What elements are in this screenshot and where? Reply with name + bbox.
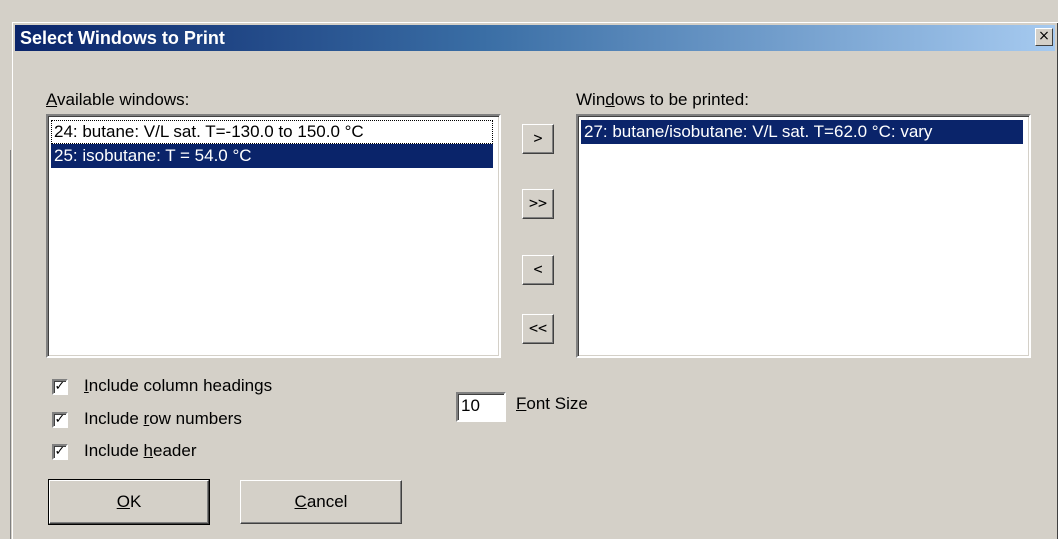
remove-all-button[interactable]: << [522, 314, 554, 344]
title-bar[interactable]: Select Windows to Print × [15, 25, 1055, 51]
windows-to-print-list[interactable]: 27: butane/isobutane: V/L sat. T=62.0 °C… [576, 114, 1031, 358]
printed-item-27[interactable]: 27: butane/isobutane: V/L sat. T=62.0 °C… [581, 120, 1023, 144]
close-button[interactable]: × [1035, 28, 1053, 46]
ok-button[interactable]: OK [48, 479, 210, 525]
available-item-24[interactable]: 24: butane: V/L sat. T=-130.0 to 150.0 °… [51, 120, 493, 144]
add-selected-button[interactable]: > [522, 124, 554, 154]
column-headings-label[interactable]: Include column headings [84, 376, 272, 396]
remove-selected-button[interactable]: < [522, 255, 554, 285]
dialog-title: Select Windows to Print [20, 28, 225, 48]
windows-to-print-label: Windows to be printed: [576, 90, 749, 109]
include-header-checkbox[interactable]: ✓ [52, 444, 68, 460]
check-icon: ✓ [54, 444, 66, 459]
select-windows-dialog: Select Windows to Print × Available wind… [12, 22, 1058, 539]
available-windows-list[interactable]: 24: butane: V/L sat. T=-130.0 to 150.0 °… [46, 114, 501, 358]
add-all-button[interactable]: >> [522, 189, 554, 219]
background-window-edge [10, 150, 11, 539]
close-icon: × [1038, 28, 1050, 44]
font-size-input[interactable]: 10 [456, 392, 506, 422]
background-window-strip [0, 0, 1058, 22]
check-icon: ✓ [54, 379, 66, 394]
column-headings-checkbox[interactable]: ✓ [52, 379, 68, 395]
font-size-label: Font Size [516, 394, 588, 413]
cancel-button[interactable]: Cancel [240, 480, 402, 524]
row-numbers-checkbox[interactable]: ✓ [52, 412, 68, 428]
available-windows-label: Available windows: [46, 90, 190, 109]
available-item-25[interactable]: 25: isobutane: T = 54.0 °C [51, 144, 493, 168]
include-header-label[interactable]: Include header [84, 441, 197, 461]
check-icon: ✓ [54, 412, 66, 427]
row-numbers-label[interactable]: Include row numbers [84, 409, 242, 429]
